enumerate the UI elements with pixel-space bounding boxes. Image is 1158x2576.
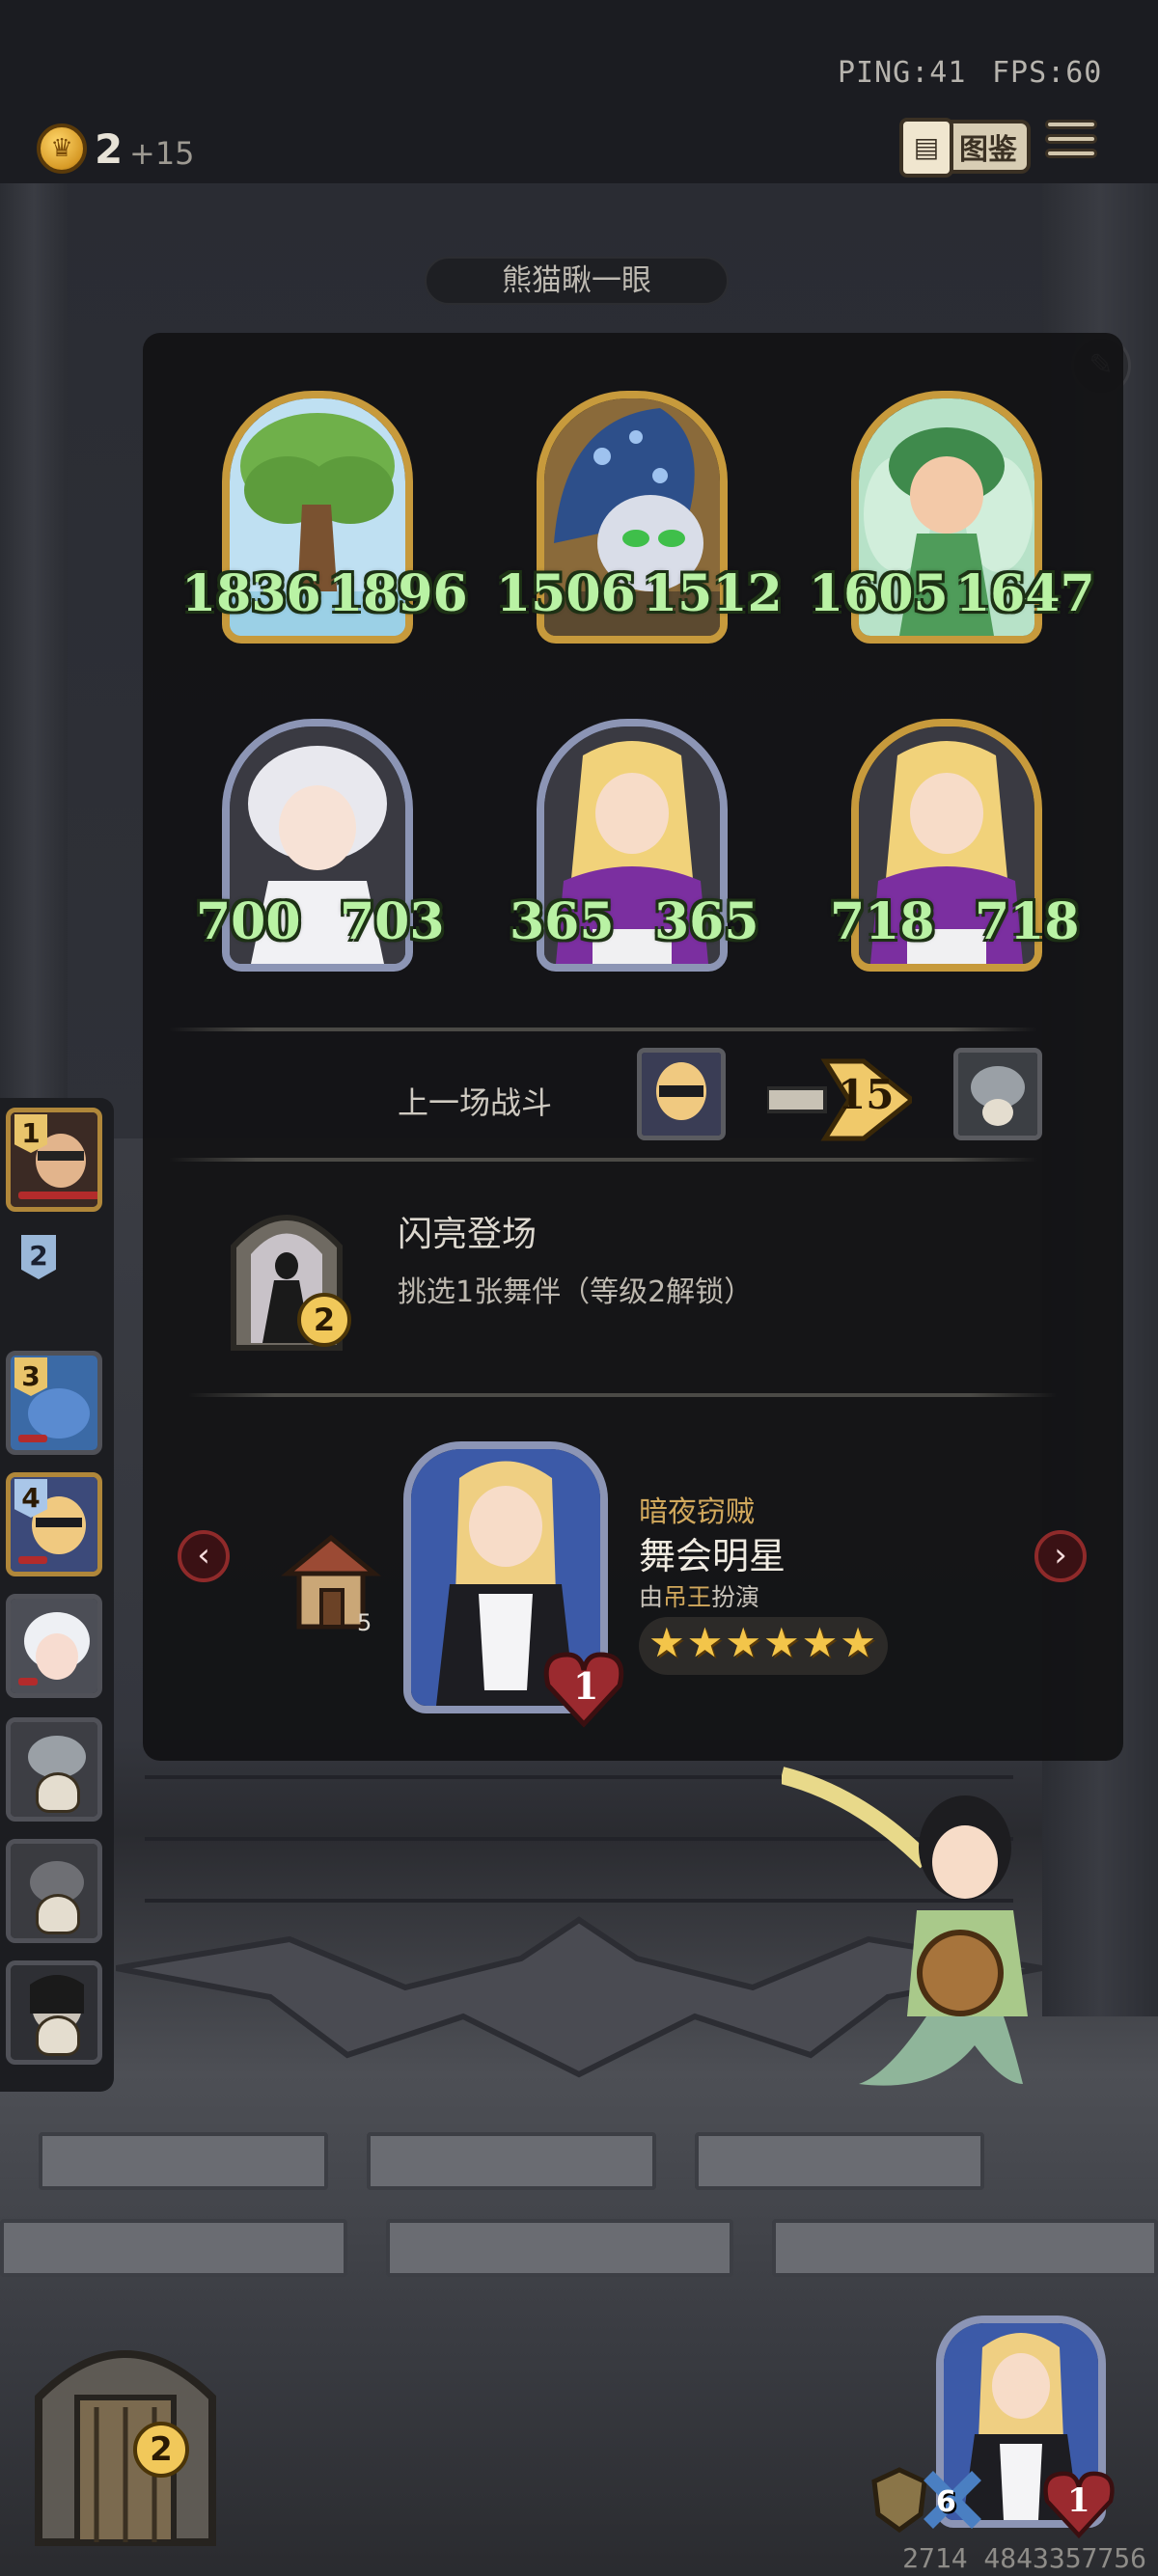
debug-footer-numbers: 2714 4843357756 <box>902 2542 1146 2574</box>
crown-coin-icon: ♛ <box>37 123 87 174</box>
defeated-portrait <box>958 1053 1037 1136</box>
shop-card-level: 1 <box>573 1664 599 1708</box>
sidebar-eliminated-slot[interactable] <box>6 1839 102 1943</box>
health-bar <box>18 1678 38 1685</box>
bard-hero-figure <box>782 1767 1028 2086</box>
star-icon: ★ <box>840 1619 876 1666</box>
health-bar <box>18 1435 47 1442</box>
unit-health: 365 <box>654 892 759 951</box>
unit-attack: 365 <box>510 892 615 951</box>
codex-label: 图鉴 <box>959 133 1017 167</box>
event-description: 挑选1张舞伴（等级2解锁） <box>398 1275 754 1309</box>
health-bar <box>18 1556 47 1564</box>
skull-icon <box>36 1772 80 1813</box>
unit-attack: 700 <box>196 892 301 951</box>
last-battle-opponent-portrait <box>953 1048 1042 1140</box>
star-icon: ★ <box>686 1619 724 1666</box>
sidebar-player-slot-5[interactable] <box>6 1594 102 1698</box>
shop-card-actor: 由吊王扮演 <box>639 1583 760 1611</box>
shop-card-subtitle: 暗夜窃贼 <box>639 1495 755 1529</box>
house-count: 5 <box>357 1609 372 1636</box>
star-icon: ★ <box>801 1619 839 1666</box>
event-title: 闪亮登场 <box>398 1215 538 1254</box>
unit-attack: 1836 <box>181 564 321 623</box>
panel-title: 熊猫瞅一眼 <box>425 257 729 305</box>
unit-health: 718 <box>975 892 1080 951</box>
player-level: 1 <box>1067 2481 1090 2520</box>
star-icon: ★ <box>648 1619 685 1666</box>
next-arrow-button[interactable]: › <box>1034 1530 1087 1582</box>
unit-attack: 1506 <box>496 564 636 623</box>
shop-card-name: 舞会明星 <box>639 1535 786 1577</box>
last-battle-player-portrait <box>637 1048 726 1140</box>
treasure-chest-icon[interactable] <box>19 2311 232 2552</box>
codex-button[interactable]: ▤ 图鉴 <box>899 118 1031 178</box>
unit-health: 1512 <box>643 564 783 623</box>
chest-count-badge: 2 <box>133 2422 189 2478</box>
skull-icon <box>36 1894 80 1934</box>
unit-health: 1896 <box>328 564 468 623</box>
last-battle-label: 上一场战斗 <box>398 1084 553 1121</box>
masked-thief-portrait <box>642 1053 721 1136</box>
divider <box>169 1028 1037 1031</box>
floor-tile <box>0 2219 347 2277</box>
star-icon: ★ <box>762 1619 800 1666</box>
divider <box>188 1393 1057 1397</box>
skull-icon <box>36 2015 80 2056</box>
sidebar-player-slot-3[interactable]: 3 <box>6 1351 102 1455</box>
star-rating: ★★★★★★ <box>639 1617 888 1675</box>
sidebar-eliminated-slot[interactable] <box>6 1717 102 1822</box>
sidebar-player-slot-1[interactable]: 1 <box>6 1108 102 1212</box>
fps-readout: FPS:60 <box>992 56 1103 90</box>
player-badge-count: 6 <box>936 2485 956 2519</box>
star-icon: ★ <box>725 1619 761 1666</box>
unit-attack: 718 <box>830 892 935 951</box>
ping-readout: PING:41 <box>838 56 967 90</box>
gold-income: +15 <box>129 135 195 172</box>
divider <box>169 1158 1037 1162</box>
unit-health: 703 <box>340 892 445 951</box>
floor-tile <box>39 2132 328 2190</box>
floor-tile <box>367 2132 656 2190</box>
previous-arrow-button[interactable]: ‹ <box>178 1530 230 1582</box>
floor-tile <box>386 2219 733 2277</box>
last-battle-damage: 15 <box>838 1071 895 1118</box>
menu-icon[interactable] <box>1045 120 1097 163</box>
unit-health: 1647 <box>955 564 1095 623</box>
event-level-badge: 2 <box>297 1293 351 1347</box>
sidebar-player-slot-4[interactable]: 4 <box>6 1472 102 1576</box>
sidebar-eliminated-slot[interactable] <box>6 1960 102 2065</box>
floor-tile <box>695 2132 984 2190</box>
unit-attack: 1605 <box>809 564 949 623</box>
floor-tile <box>772 2219 1158 2277</box>
health-bar <box>18 1192 97 1199</box>
gold-count: 2 <box>95 125 124 173</box>
book-icon: ▤ <box>899 118 953 178</box>
